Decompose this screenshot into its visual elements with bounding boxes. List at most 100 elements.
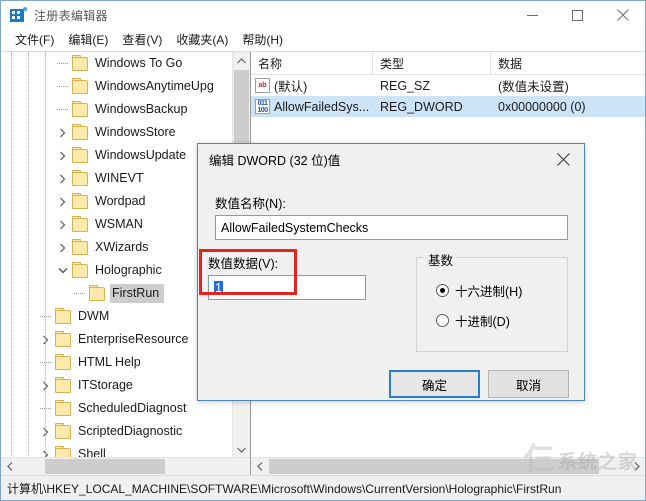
radio-hexadecimal[interactable]: 十六进制(H) — [436, 281, 522, 300]
scroll-left-icon[interactable] — [1, 458, 18, 475]
tree-item-label: EnterpriseResource — [78, 332, 189, 346]
registry-values-list[interactable]: ab (默认) REG_SZ (数值未设置) 011 100 AllowFailedSys.… — [251, 75, 645, 117]
tree-hscroll-thumb[interactable] — [45, 459, 165, 474]
tree-connector — [54, 75, 71, 98]
menu-item-4[interactable]: 帮助(H) — [235, 29, 290, 51]
cell-type: REG_SZ — [380, 78, 431, 93]
folder-icon — [71, 190, 89, 213]
window-controls — [510, 1, 645, 29]
table-row[interactable]: ab (默认) REG_SZ (数值未设置) — [251, 75, 645, 96]
value-data-label: 数值数据(V): — [208, 257, 279, 271]
dword-value-icon: 011 100 — [255, 99, 270, 114]
column-header-2[interactable]: 数据 — [491, 52, 645, 74]
folder-icon — [54, 328, 72, 351]
chevron-right-icon[interactable] — [54, 121, 71, 144]
close-button[interactable] — [600, 1, 645, 29]
menu-bar: 文件(F) 编辑(E) 查看(V) 收藏夹(A) 帮助(H) — [1, 29, 645, 52]
folder-icon — [71, 259, 89, 282]
list-hscroll-thumb[interactable] — [269, 459, 599, 474]
cancel-button[interactable]: 取消 — [488, 370, 569, 398]
tree-item-2[interactable]: WindowsBackup — [1, 98, 233, 121]
cell-type: REG_DWORD — [380, 99, 463, 114]
value-name-text: (默认) — [274, 80, 308, 94]
tree-item-0[interactable]: Windows To Go — [1, 52, 233, 75]
tree-item-label: FirstRun — [110, 284, 165, 303]
menu-item-3[interactable]: 收藏夹(A) — [169, 29, 235, 51]
radio-decimal[interactable]: 十进制(D) — [436, 311, 510, 330]
tree-item-label: ScheduledDiagnost — [78, 401, 187, 415]
scroll-up-icon[interactable] — [233, 52, 250, 69]
menu-item-0[interactable]: 文件(F) — [8, 29, 61, 51]
column-header-0[interactable]: 名称 — [251, 52, 373, 74]
folder-icon — [71, 121, 89, 144]
tree-item-label: WindowsStore — [95, 125, 176, 139]
folder-icon — [54, 351, 72, 374]
registry-editor-icon — [10, 7, 27, 23]
folder-icon — [71, 98, 89, 121]
radio-decimal-indicator — [436, 314, 449, 327]
dialog-title-bar: 编辑 DWORD (32 位)值 — [198, 144, 584, 175]
dialog-close-button[interactable] — [542, 144, 584, 174]
folder-icon — [88, 282, 106, 305]
chevron-right-icon[interactable] — [54, 213, 71, 236]
status-bar: 计算机\HKEY_LOCAL_MACHINE\SOFTWARE\Microsof… — [1, 475, 645, 500]
scroll-right-icon[interactable] — [628, 458, 645, 475]
folder-icon — [54, 443, 72, 458]
radio-decimal-label: 十进制(D) — [455, 315, 510, 329]
tree-item-label: Holographic — [95, 263, 162, 277]
tree-item-label: WindowsBackup — [95, 102, 188, 116]
tree-item-3[interactable]: WindowsStore — [1, 121, 233, 144]
tree-item-label: XWizards — [95, 240, 149, 254]
title-bar: 注册表编辑器 — [1, 1, 645, 29]
base-groupbox — [416, 257, 568, 352]
radio-hexadecimal-label: 十六进制(H) — [455, 285, 523, 299]
tree-connector — [54, 52, 71, 75]
tree-item-label: WindowsAnytimeUpg — [95, 79, 214, 93]
edit-dword-dialog: 编辑 DWORD (32 位)值 数值名称(N): AllowFailedSys… — [197, 143, 585, 401]
chevron-right-icon[interactable] — [54, 167, 71, 190]
radio-hexadecimal-indicator — [436, 284, 449, 297]
tree-item-1[interactable]: WindowsAnytimeUpg — [1, 75, 233, 98]
ok-button[interactable]: 确定 — [389, 370, 480, 398]
list-horizontal-scrollbar[interactable] — [251, 457, 645, 475]
scroll-left-icon[interactable] — [251, 458, 268, 475]
value-name-text: AllowFailedSys... — [274, 99, 370, 114]
value-data-input[interactable]: 1 — [208, 275, 366, 300]
cell-data: (数值未设置) — [498, 80, 569, 94]
table-row[interactable]: 011 100 AllowFailedSys... REG_DWORD 0x000000… — [251, 96, 645, 117]
menu-item-2[interactable]: 查看(V) — [115, 29, 169, 51]
dialog-body: 数值名称(N): AllowFailedSystemChecks 数值数据(V)… — [198, 175, 584, 401]
cell-name: ab (默认) — [251, 76, 373, 95]
column-header-1[interactable]: 类型 — [373, 52, 491, 74]
chevron-right-icon[interactable] — [54, 190, 71, 213]
folder-icon — [71, 167, 89, 190]
tree-item-label: ScriptedDiagnostic — [78, 424, 183, 438]
tree-item-17[interactable]: Shell — [1, 443, 233, 458]
folder-icon — [54, 374, 72, 397]
folder-icon — [54, 420, 72, 443]
minimize-button[interactable] — [510, 1, 555, 29]
folder-icon — [54, 305, 72, 328]
maximize-button[interactable] — [555, 1, 600, 29]
base-group-label: 基数 — [424, 250, 458, 269]
tree-item-16[interactable]: ScriptedDiagnostic — [1, 420, 233, 443]
chevron-right-icon[interactable] — [54, 144, 71, 167]
chevron-down-icon[interactable] — [54, 259, 71, 282]
cell-name: 011 100 AllowFailedSys... — [251, 99, 373, 114]
menu-item-1[interactable]: 编辑(E) — [61, 29, 115, 51]
value-name-label: 数值名称(N): — [215, 197, 286, 211]
cell-data: 0x00000000 (0) — [498, 99, 586, 114]
tree-connector — [54, 98, 71, 121]
folder-icon — [71, 213, 89, 236]
scroll-down-icon[interactable] — [233, 441, 250, 458]
value-name-input[interactable]: AllowFailedSystemChecks — [215, 215, 568, 240]
string-value-icon: ab — [255, 78, 270, 93]
chevron-right-icon[interactable] — [54, 236, 71, 259]
tree-horizontal-scrollbar[interactable] — [1, 457, 250, 475]
tree-item-label: Windows To Go — [95, 56, 183, 70]
value-data-text: 1 — [214, 280, 223, 295]
list-column-headers: 名称 类型 数据 — [251, 52, 645, 75]
folder-icon — [54, 397, 72, 420]
tree-connector — [71, 282, 88, 305]
tree-guide-line — [28, 52, 29, 458]
